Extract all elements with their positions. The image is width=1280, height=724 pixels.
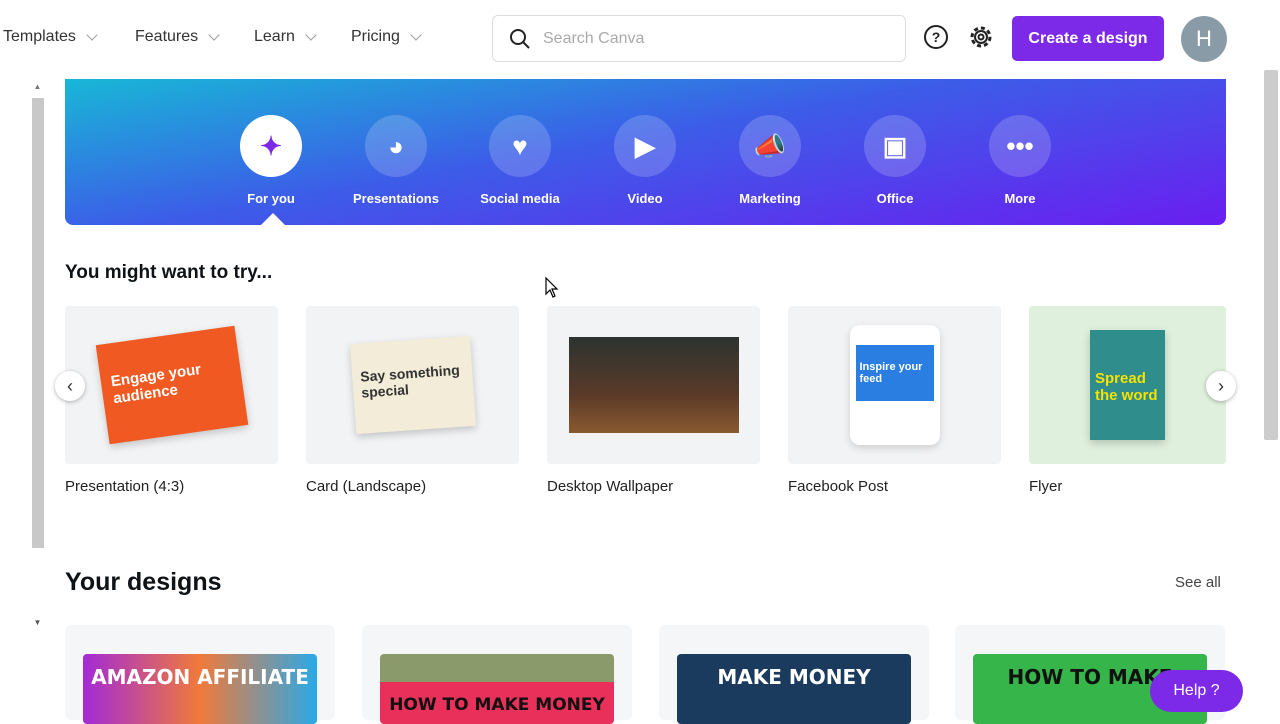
chevron-down-icon — [86, 29, 97, 40]
see-all-link[interactable]: See all — [1175, 574, 1221, 591]
nav-templates[interactable]: Templates — [3, 28, 96, 46]
more-icon: ••• — [989, 115, 1051, 177]
carousel-next-button[interactable]: › — [1206, 371, 1236, 401]
design-card[interactable]: MAKE MONEY — [659, 625, 929, 720]
category-office[interactable]: ▣ Office — [835, 115, 955, 206]
design-thumbnail: MAKE MONEY — [677, 654, 911, 724]
wallpaper-image — [569, 337, 739, 433]
help-circle-icon[interactable]: ? — [923, 24, 949, 50]
category-for-you[interactable]: ✦ For you — [211, 115, 331, 206]
sparkle-icon: ✦ — [240, 115, 302, 177]
nav-learn[interactable]: Learn — [254, 28, 315, 46]
page-scrollbar[interactable] — [1264, 70, 1278, 440]
card-label: Card (Landscape) — [306, 478, 519, 495]
category-label: Presentations — [353, 191, 439, 206]
category-label: Video — [627, 191, 662, 206]
nav-label: Templates — [3, 28, 76, 46]
nav-features[interactable]: Features — [135, 28, 218, 46]
category-social-media[interactable]: ♥ Social media — [460, 115, 580, 206]
suggest-card[interactable]: Desktop Wallpaper — [547, 306, 760, 495]
nav-label: Learn — [254, 28, 295, 46]
gear-icon[interactable] — [968, 24, 994, 50]
suggest-card[interactable]: Inspire your feed Facebook Post — [788, 306, 1001, 495]
suggest-card[interactable]: Spread the word Flyer — [1029, 306, 1226, 495]
thumbnail-text: Say something special — [350, 336, 476, 434]
thumbnail-text: Inspire your feed — [856, 345, 934, 401]
card-label: Desktop Wallpaper — [547, 478, 760, 495]
top-nav: Templates Features Learn Pricing ? Creat… — [0, 0, 1280, 78]
chevron-right-icon: › — [1218, 376, 1224, 397]
category-label: More — [1004, 191, 1035, 206]
category-label: Social media — [480, 191, 559, 206]
nav-label: Pricing — [351, 28, 400, 46]
suggest-title: You might want to try... — [65, 262, 272, 284]
category-presentations[interactable]: ◕ Presentations — [336, 115, 456, 206]
suggest-card[interactable]: Engage your audience Presentation (4:3) — [65, 306, 278, 495]
suggest-card[interactable]: Say something special Card (Landscape) — [306, 306, 519, 495]
search-box[interactable] — [492, 15, 906, 62]
nav-label: Features — [135, 28, 198, 46]
left-scrollbar[interactable]: ▲▼ — [30, 82, 45, 632]
chevron-down-icon — [305, 29, 316, 40]
category-label: For you — [247, 191, 295, 206]
thumbnail-text: Engage your audience — [95, 326, 248, 445]
briefcase-icon: ▣ — [864, 115, 926, 177]
card-label: Presentation (4:3) — [65, 478, 278, 495]
heart-icon: ♥ — [489, 115, 551, 177]
design-thumbnail: HOW TO MAKE MONEY — [380, 654, 614, 724]
category-marketing[interactable]: 📣 Marketing — [710, 115, 830, 206]
your-designs-title: Your designs — [65, 568, 222, 597]
design-thumbnail: AMAZON AFFILIATE — [83, 654, 317, 724]
thumbnail-text: Spread the word — [1090, 330, 1165, 440]
category-more[interactable]: ••• More — [960, 115, 1080, 206]
mouse-cursor-icon — [545, 277, 559, 299]
chevron-down-icon — [410, 29, 421, 40]
chevron-left-icon: ‹ — [67, 376, 73, 397]
video-icon: ▶ — [614, 115, 676, 177]
card-label: Facebook Post — [788, 478, 1001, 495]
search-icon — [509, 28, 531, 50]
megaphone-icon: 📣 — [739, 115, 801, 177]
category-label: Marketing — [739, 191, 800, 206]
active-pointer — [261, 213, 285, 225]
avatar[interactable]: H — [1181, 16, 1227, 62]
search-input[interactable] — [543, 30, 883, 48]
category-banner: ✦ For you ◕ Presentations ♥ Social media ▶ V… — [65, 79, 1226, 225]
design-card[interactable]: HOW TO MAKE MONEY — [362, 625, 632, 720]
presentation-icon: ◕ — [365, 115, 427, 177]
card-label: Flyer — [1029, 478, 1226, 495]
chevron-down-icon — [208, 29, 219, 40]
category-label: Office — [877, 191, 914, 206]
svg-text:?: ? — [932, 29, 941, 45]
category-video[interactable]: ▶ Video — [585, 115, 705, 206]
nav-pricing[interactable]: Pricing — [351, 28, 420, 46]
help-button[interactable]: Help ? — [1150, 670, 1243, 712]
carousel-prev-button[interactable]: ‹ — [55, 371, 85, 401]
design-card[interactable]: AMAZON AFFILIATE — [65, 625, 335, 720]
create-design-button[interactable]: Create a design — [1012, 16, 1164, 61]
